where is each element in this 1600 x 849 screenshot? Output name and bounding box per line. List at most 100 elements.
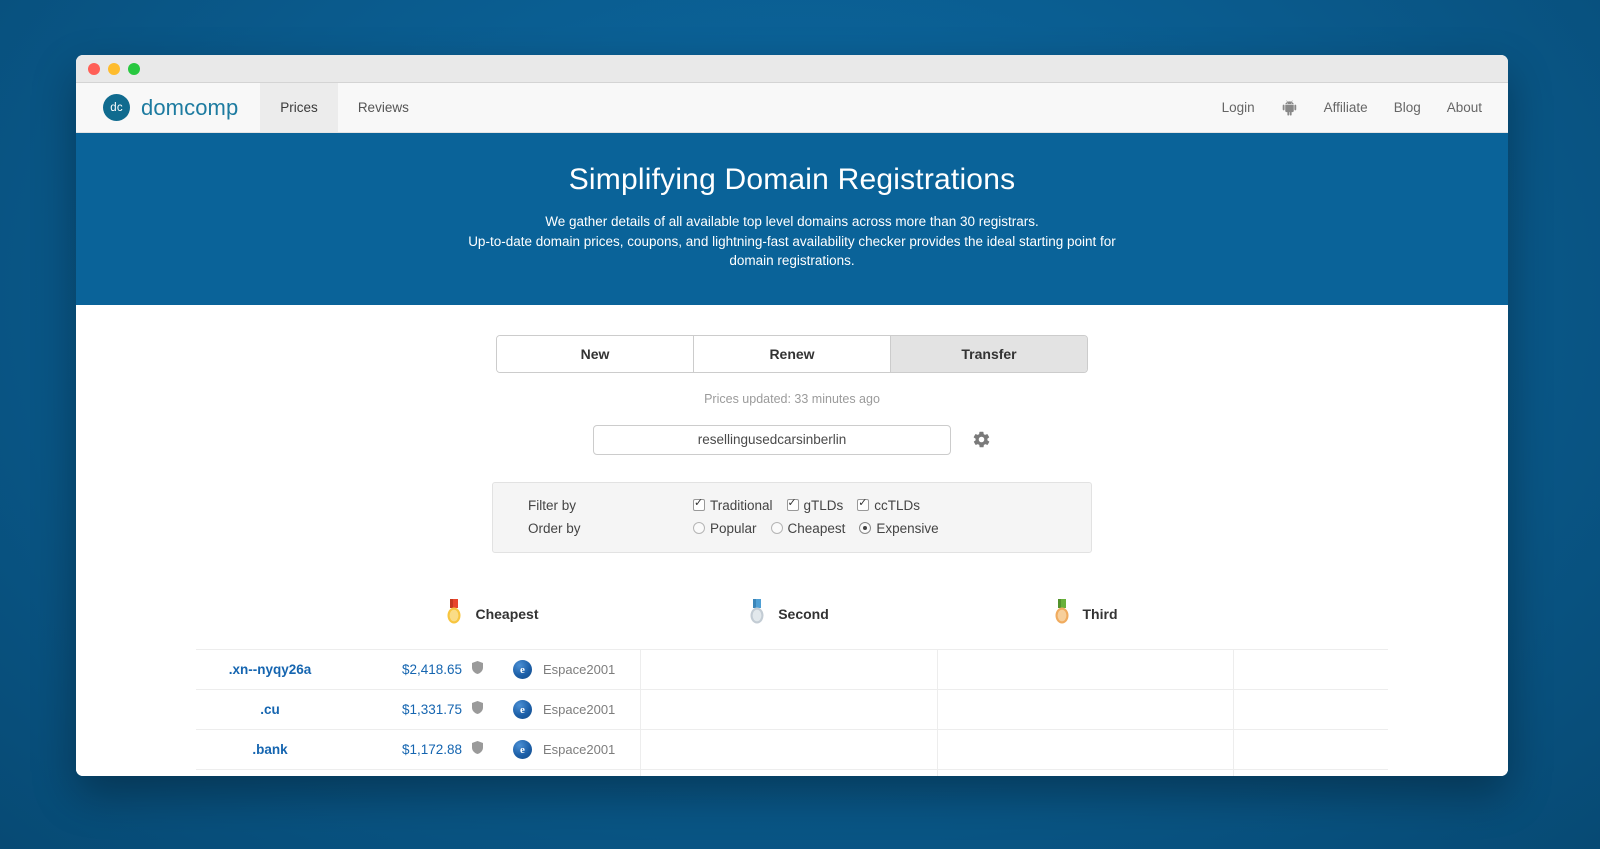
order-label-cheapest: Cheapest (787, 520, 846, 536)
nav-tab-reviews[interactable]: Reviews (338, 83, 429, 132)
table-row: .com.cw $971.09 e Espace2001 (196, 769, 1388, 776)
shield-icon (472, 740, 483, 759)
checkbox-cctlds[interactable] (857, 496, 870, 512)
cell-cheapest: $971.09 e Espace2001 (344, 769, 640, 776)
checkbox-gtlds[interactable] (786, 496, 799, 512)
mode-tab-group: New Renew Transfer (496, 334, 1088, 373)
header-label-cheapest: Cheapest (475, 606, 539, 623)
registrar-logo-icon: e (513, 660, 532, 680)
filter-by-label: Filter by (528, 497, 577, 513)
price-value[interactable]: $2,418.65 (386, 662, 462, 677)
order-option-popular[interactable]: Popular (693, 521, 757, 536)
filter-label-cctlds: ccTLDs (874, 497, 921, 513)
header-trailing-blank (1233, 580, 1388, 650)
cell-third (936, 769, 1233, 776)
filter-option-gtlds[interactable]: gTLDs (786, 496, 844, 513)
radio-cheapest[interactable] (770, 522, 783, 535)
cell-trailing (1232, 649, 1388, 690)
logo-circle-icon: dc (103, 94, 130, 121)
nav-tab-prices[interactable]: Prices (260, 83, 338, 132)
nav-link-affiliate[interactable]: Affiliate (1324, 100, 1368, 115)
brand-logo[interactable]: dc domcomp (76, 83, 260, 132)
nav-link-blog[interactable]: Blog (1394, 100, 1421, 115)
navbar-right-links: Login Affiliate Blog About (1222, 83, 1508, 132)
filter-label-traditional: Traditional (710, 497, 773, 513)
header-blank (196, 580, 344, 650)
maximize-window-button[interactable] (128, 62, 140, 75)
bronze-medal-icon (1053, 598, 1071, 630)
registrar-name[interactable]: Espace2001 (543, 662, 615, 677)
shield-icon (472, 700, 483, 719)
registrar-logo-icon: e (513, 700, 532, 720)
hero-subtitle-line2: Up-to-date domain prices, coupons, and l… (468, 233, 1116, 249)
filter-checkbox-group: Traditional gTLDs ccTLDs (693, 496, 921, 513)
cell-trailing (1232, 769, 1388, 776)
search-input[interactable]: resellingusedcarsinberlin (593, 424, 951, 455)
table-row: .xn--nyqy26a $2,418.65 e Espace2001 (196, 649, 1388, 690)
cell-second (639, 689, 937, 730)
radio-expensive[interactable] (859, 522, 872, 535)
order-label-popular: Popular (710, 520, 757, 536)
order-radio-group: Popular Cheapest Expensive (693, 521, 939, 536)
cell-third (936, 729, 1233, 770)
hero-subtitle-line3: domain registrations. (729, 253, 855, 269)
browser-window: dc domcomp Prices Reviews Login Affiliat… (76, 55, 1508, 776)
minimize-window-button[interactable] (108, 62, 120, 75)
cell-cheapest: $1,172.88 e Espace2001 (344, 729, 640, 770)
checkbox-traditional[interactable] (693, 496, 705, 512)
close-window-button[interactable] (88, 62, 100, 75)
filter-option-cctlds[interactable]: ccTLDs (857, 496, 921, 513)
order-by-label: Order by (528, 520, 581, 536)
filter-label-gtlds: gTLDs (803, 497, 844, 513)
cell-second (639, 649, 937, 690)
cell-second (639, 729, 937, 770)
registrar-name[interactable]: Espace2001 (543, 702, 615, 717)
main-content: New Renew Transfer Prices updated: 33 mi… (76, 304, 1508, 776)
order-option-expensive[interactable]: Expensive (859, 520, 939, 536)
tld-name[interactable]: .cu (196, 689, 344, 730)
price-table-body: .xn--nyqy26a $2,418.65 e Espace2001 .cu … (196, 649, 1388, 776)
tab-transfer[interactable]: Transfer (891, 335, 1087, 372)
gear-icon[interactable] (972, 430, 991, 449)
table-row: .cu $1,331.75 e Espace2001 (196, 689, 1388, 730)
radio-popular[interactable] (693, 522, 705, 535)
nav-link-login[interactable]: Login (1222, 100, 1255, 115)
site-navbar: dc domcomp Prices Reviews Login Affiliat… (76, 83, 1508, 133)
table-header-row: Cheapest Second Third (196, 579, 1388, 650)
registrar-name[interactable]: Espace2001 (543, 742, 615, 757)
window-titlebar (76, 55, 1508, 83)
cell-second (639, 769, 937, 776)
tab-new[interactable]: New (497, 335, 694, 372)
filter-by-row: Filter by Traditional gTLDs ccTLDs (493, 496, 1091, 513)
table-row: .bank $1,172.88 e Espace2001 (196, 729, 1388, 770)
prices-updated-status: Prices updated: 33 minutes ago (704, 391, 880, 406)
cell-cheapest: $1,331.75 e Espace2001 (344, 689, 640, 730)
header-label-second: Second (778, 606, 829, 623)
tld-name[interactable]: .xn--nyqy26a (196, 649, 344, 690)
cell-trailing (1232, 729, 1388, 770)
header-cheapest: Cheapest (344, 579, 640, 650)
cell-third (936, 689, 1233, 730)
filter-panel: Filter by Traditional gTLDs ccTLDs (492, 481, 1092, 553)
order-option-cheapest[interactable]: Cheapest (770, 520, 846, 536)
tab-renew[interactable]: Renew (694, 335, 891, 372)
header-label-third: Third (1082, 606, 1118, 623)
tld-name[interactable]: .com.cw (196, 769, 344, 776)
price-value[interactable]: $1,331.75 (386, 702, 462, 717)
order-by-row: Order by Popular Cheapest Expensive (493, 521, 1091, 536)
search-row: resellingusedcarsinberlin (76, 424, 1508, 455)
tld-name[interactable]: .bank (196, 729, 344, 770)
price-value[interactable]: $1,172.88 (386, 742, 462, 757)
shield-icon (472, 660, 483, 679)
nav-link-about[interactable]: About (1447, 100, 1482, 115)
order-label-expensive: Expensive (876, 520, 939, 536)
header-second: Second (640, 580, 937, 650)
android-icon[interactable] (1281, 99, 1298, 116)
brand-name: domcomp (141, 94, 239, 120)
silver-medal-icon (748, 598, 766, 630)
price-table-wrapper: Cheapest Second Third .xn--nyqy26a $2,41… (76, 579, 1508, 776)
filter-option-traditional[interactable]: Traditional (693, 496, 773, 513)
cell-trailing (1232, 689, 1388, 730)
header-third: Third (937, 580, 1233, 650)
registrar-logo-icon: e (513, 740, 532, 760)
